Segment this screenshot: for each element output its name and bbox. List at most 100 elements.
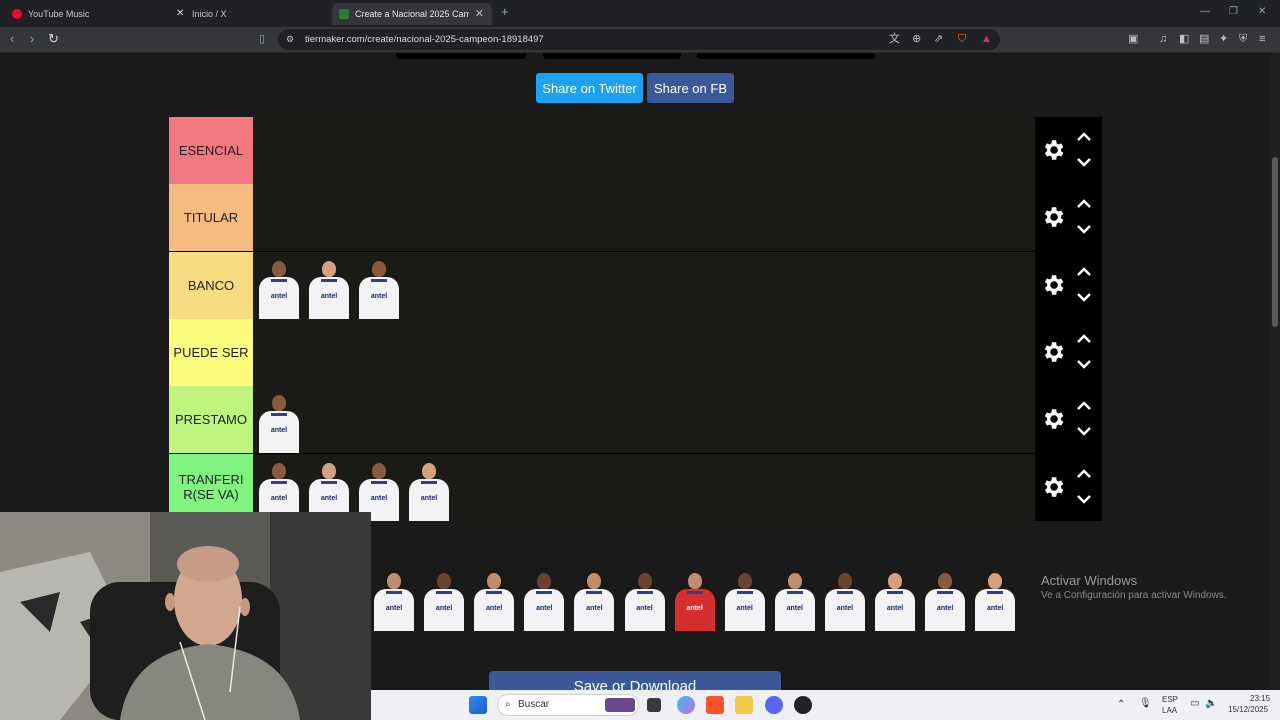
microphone-icon[interactable]: 🎙 xyxy=(1139,698,1152,709)
zoom-icon[interactable]: ⊕ xyxy=(912,33,921,45)
player-card[interactable]: antel xyxy=(522,569,566,631)
translate-icon[interactable]: 文 xyxy=(889,33,900,45)
sidebar-icon[interactable]: ◧ xyxy=(1179,33,1189,45)
wallet-icon[interactable]: ▤ xyxy=(1199,33,1209,45)
player-card[interactable]: antel xyxy=(773,569,817,631)
move-down-chevron-icon[interactable] xyxy=(1075,290,1093,304)
move-down-chevron-icon[interactable] xyxy=(1075,155,1093,169)
player-card[interactable]: antel xyxy=(623,569,667,631)
player-card[interactable]: antel xyxy=(673,569,717,631)
screenshot-icon[interactable]: ▣ xyxy=(1128,33,1138,45)
page-scrollbar[interactable] xyxy=(1270,53,1280,690)
volume-icon[interactable]: 🔈 xyxy=(1205,698,1217,709)
move-up-chevron-icon[interactable] xyxy=(1075,130,1093,144)
settings-gear-icon[interactable] xyxy=(1040,339,1066,365)
back-icon[interactable]: ‹ xyxy=(10,32,14,46)
copilot-icon[interactable] xyxy=(677,696,695,714)
move-up-chevron-icon[interactable] xyxy=(1075,467,1093,481)
taskbar-search-placeholder[interactable]: Buscar xyxy=(518,699,549,710)
network-icon[interactable]: ▭ xyxy=(1190,698,1199,709)
tier-drop-zone[interactable] xyxy=(253,117,1035,184)
tier-label[interactable]: TRANFERI R(SE VA) xyxy=(169,453,253,521)
tier-drop-zone[interactable]: antel antel antel antel xyxy=(253,453,1035,521)
player-card[interactable]: antel xyxy=(723,569,767,631)
bookmark-icon[interactable]: ▯ xyxy=(259,32,265,46)
brave-rewards-icon[interactable]: ▲ xyxy=(981,33,992,45)
player-card[interactable]: antel xyxy=(257,257,301,319)
site-info-icon[interactable]: ⚙ xyxy=(286,33,294,45)
url-text[interactable]: tiermaker.com/create/nacional-2025-campe… xyxy=(305,34,544,45)
save-download-button[interactable]: Save or Download xyxy=(489,671,781,690)
move-down-chevron-icon[interactable] xyxy=(1075,357,1093,371)
language-line2[interactable]: LAA xyxy=(1162,706,1177,715)
move-up-chevron-icon[interactable] xyxy=(1075,265,1093,279)
settings-gear-icon[interactable] xyxy=(1040,137,1066,163)
file-explorer-icon[interactable] xyxy=(735,696,753,714)
share-twitter-button[interactable]: Share on Twitter xyxy=(536,73,643,103)
task-view-icon[interactable] xyxy=(647,698,661,712)
player-head xyxy=(272,462,286,479)
move-up-chevron-icon[interactable] xyxy=(1075,332,1093,346)
tab-tiermaker[interactable]: Create a Nacional 2025 Campeo ✕ xyxy=(332,3,492,25)
new-tab-button[interactable]: + xyxy=(501,4,509,19)
leo-ai-icon[interactable]: ✦ xyxy=(1219,33,1228,45)
player-card[interactable]: antel xyxy=(923,569,967,631)
discord-icon[interactable] xyxy=(765,696,783,714)
tier-drop-zone[interactable]: antel xyxy=(253,386,1035,454)
share-icon[interactable]: ⇗ xyxy=(934,33,943,45)
tab-youtube-music[interactable]: YouTube Music xyxy=(6,3,166,25)
tier-label[interactable]: PUEDE SER xyxy=(169,318,253,386)
tier-label[interactable]: ESENCIAL xyxy=(169,117,253,184)
settings-gear-icon[interactable] xyxy=(1040,474,1066,500)
tier-drop-zone[interactable] xyxy=(253,318,1035,386)
brave-browser-icon[interactable] xyxy=(706,696,724,714)
player-card[interactable]: antel xyxy=(372,569,416,631)
tab-x-home[interactable]: ✕ Inicio / X xyxy=(170,3,330,25)
player-card[interactable]: antel xyxy=(307,257,351,319)
move-down-chevron-icon[interactable] xyxy=(1075,222,1093,236)
menu-icon[interactable]: ≡ xyxy=(1259,33,1265,45)
tier-label[interactable]: PRESTAMO xyxy=(169,386,253,454)
tier-drop-zone[interactable] xyxy=(253,184,1035,252)
reload-icon[interactable]: ↻ xyxy=(48,32,59,46)
player-card[interactable]: antel xyxy=(823,569,867,631)
player-card[interactable]: antel xyxy=(873,569,917,631)
scrollbar-thumb[interactable] xyxy=(1272,157,1278,327)
close-tab-icon[interactable]: ✕ xyxy=(475,7,484,20)
move-up-chevron-icon[interactable] xyxy=(1075,197,1093,211)
player-card[interactable]: antel xyxy=(973,569,1017,631)
tier-label[interactable]: TITULAR xyxy=(169,184,253,252)
move-down-chevron-icon[interactable] xyxy=(1075,424,1093,438)
tier-label[interactable]: BANCO xyxy=(169,251,253,319)
settings-gear-icon[interactable] xyxy=(1040,406,1066,432)
media-icon[interactable]: ♫ xyxy=(1159,33,1167,45)
tray-chevron-icon[interactable]: ⌃ xyxy=(1117,699,1125,710)
forward-icon[interactable]: › xyxy=(30,32,34,46)
language-line1[interactable]: ESP xyxy=(1162,695,1178,704)
player-card[interactable]: antel xyxy=(257,391,301,454)
restore-icon[interactable]: ❐ xyxy=(1229,6,1238,17)
vpn-icon[interactable]: ⛨ xyxy=(1239,33,1247,45)
clock-time[interactable]: 23:15 xyxy=(1250,694,1270,703)
move-up-chevron-icon[interactable] xyxy=(1075,399,1093,413)
move-down-chevron-icon[interactable] xyxy=(1075,492,1093,506)
windows-start-icon[interactable] xyxy=(469,696,487,714)
player-card[interactable]: antel xyxy=(357,257,401,319)
player-card[interactable]: antel xyxy=(422,569,466,631)
tier-drop-zone[interactable]: antel antel antel xyxy=(253,251,1035,319)
header-button-remnant xyxy=(396,53,526,59)
jersey-stripe xyxy=(736,591,753,594)
clock-date[interactable]: 15/12/2025 xyxy=(1228,705,1268,714)
player-card[interactable]: antel xyxy=(407,459,451,521)
jersey-stripe xyxy=(371,480,387,484)
settings-gear-icon[interactable] xyxy=(1040,272,1066,298)
settings-gear-icon[interactable] xyxy=(1040,204,1066,230)
share-fb-button[interactable]: Share on FB xyxy=(647,73,734,103)
close-window-icon[interactable]: ✕ xyxy=(1258,6,1266,17)
brave-shields-icon[interactable]: ⛉ xyxy=(958,33,966,45)
player-card[interactable]: antel xyxy=(572,569,616,631)
jersey-stripe xyxy=(271,413,287,417)
minimize-icon[interactable]: — xyxy=(1200,6,1210,17)
obs-icon[interactable] xyxy=(794,696,812,714)
player-card[interactable]: antel xyxy=(472,569,516,631)
